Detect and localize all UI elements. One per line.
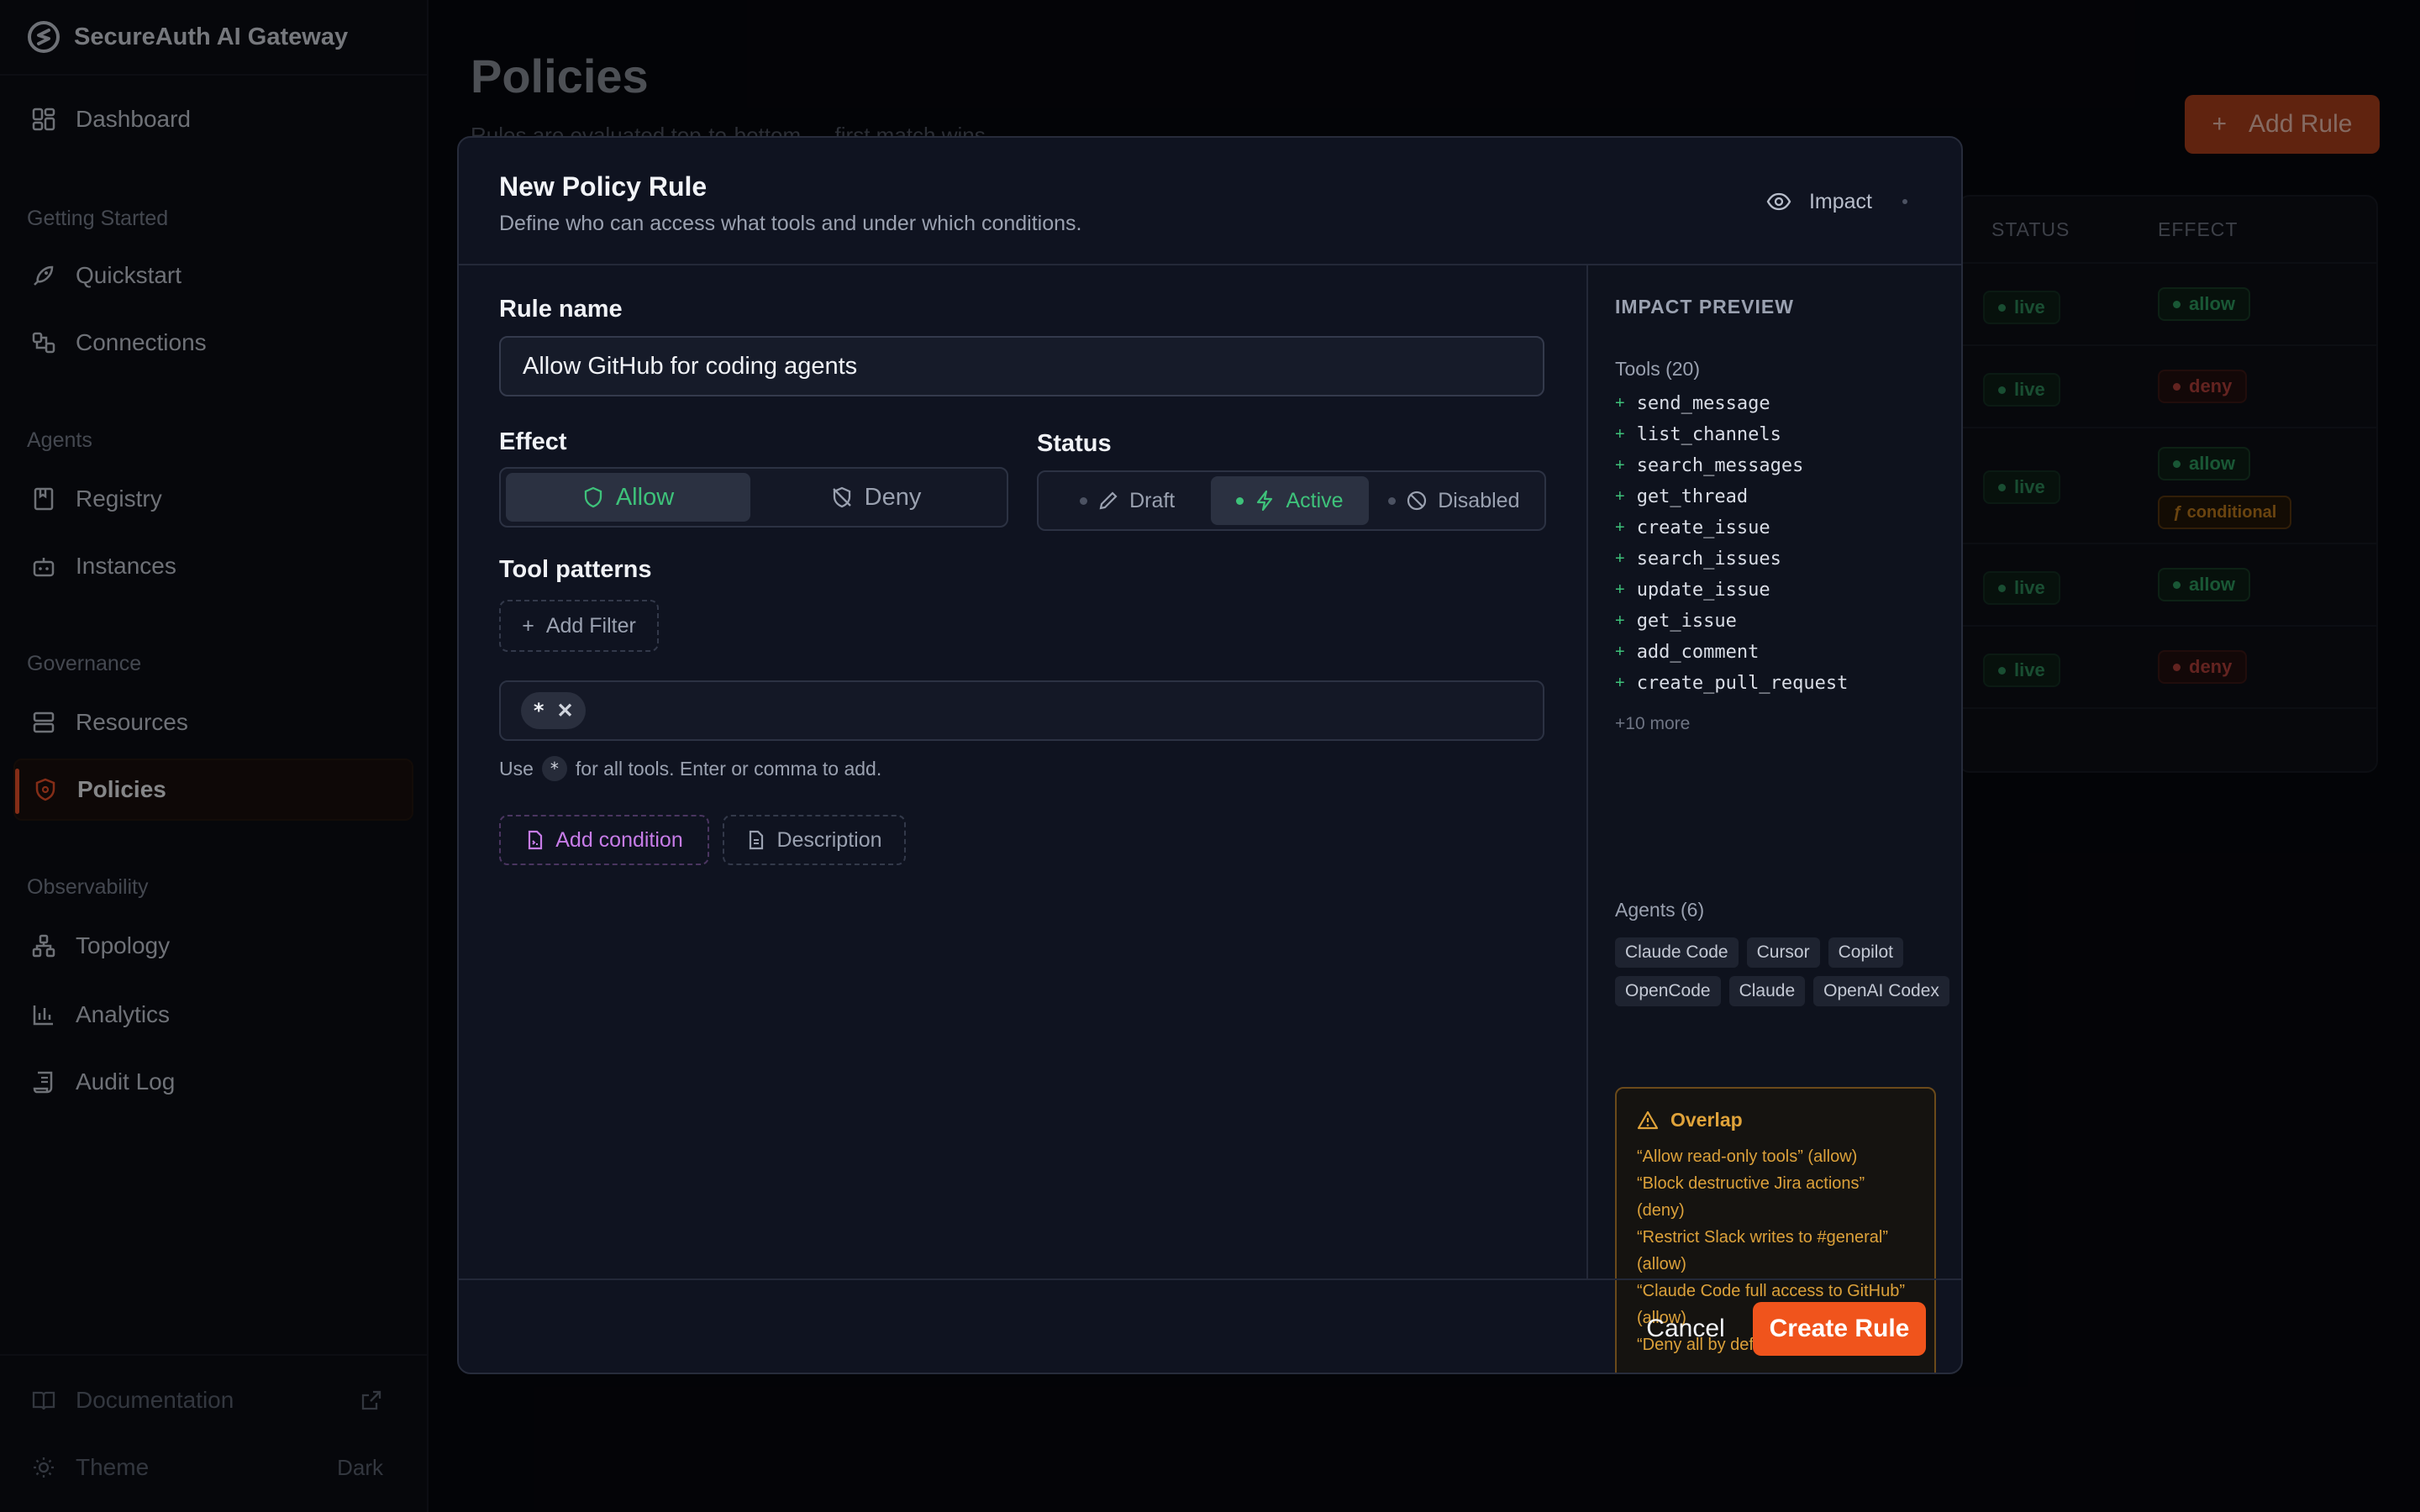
status-label: Status (1037, 430, 1112, 457)
impact-preview-panel: IMPACT PREVIEW Tools (20) + send_message … (1586, 265, 1961, 1373)
overlap-item: “Restrict Slack writes to #general” (all… (1637, 1228, 1888, 1273)
tool-pattern-hint: Use * for all tools. Enter or comma to a… (499, 756, 881, 781)
effect-label: Effect (499, 428, 567, 455)
impact-preview-title: IMPACT PREVIEW (1615, 296, 1794, 318)
zap-icon (1257, 490, 1273, 512)
overlap-title: Overlap (1637, 1109, 1914, 1131)
status-disabled-option[interactable]: Disabled (1369, 476, 1539, 525)
agent-chip: OpenCode (1615, 976, 1721, 1006)
tools-count: Tools (20) (1615, 358, 1700, 380)
shield-off-icon (832, 486, 851, 508)
rule-name-input[interactable]: Allow GitHub for coding agents (499, 336, 1544, 396)
pattern-chip[interactable]: * ✕ (521, 692, 586, 729)
eye-icon (1765, 188, 1792, 215)
list-item: + create_issue (1615, 517, 1770, 538)
agent-chip: Claude (1728, 976, 1806, 1006)
toggle-dot-icon (1902, 199, 1907, 204)
impact-toggle[interactable]: Impact (1765, 188, 1907, 215)
list-item: + search_issues (1615, 549, 1781, 570)
list-item: + get_issue (1615, 611, 1737, 632)
add-condition-button[interactable]: Add condition (499, 815, 709, 865)
add-filter-button[interactable]: + Add Filter (499, 600, 659, 652)
dialog-footer: Cancel Create Rule (459, 1278, 1961, 1373)
impact-toggle-label: Impact (1808, 189, 1872, 213)
agent-chip: Claude Code (1615, 937, 1739, 968)
agent-chip: Copilot (1828, 937, 1903, 968)
effect-allow-option[interactable]: Allow (506, 473, 751, 522)
warning-icon (1637, 1110, 1659, 1129)
dialog-header: New Policy Rule Define who can access wh… (459, 138, 1961, 265)
dialog-description: Define who can access what tools and und… (499, 212, 1082, 235)
tool-patterns-label: Tool patterns (499, 556, 652, 583)
effect-deny-option[interactable]: Deny (750, 473, 1002, 522)
create-rule-button[interactable]: Create Rule (1753, 1302, 1926, 1356)
list-item: + send_message (1615, 393, 1770, 414)
cancel-button[interactable]: Cancel (1639, 1304, 1733, 1354)
ban-icon (1407, 491, 1427, 511)
more-tools-link[interactable]: +10 more (1615, 714, 1690, 734)
list-item: + list_channels (1615, 424, 1781, 445)
overlap-item: “Allow read-only tools” (allow) (1637, 1147, 1858, 1166)
agent-chip: OpenAI Codex (1813, 976, 1949, 1006)
file-text-icon (750, 830, 764, 850)
rule-name-label: Rule name (499, 296, 623, 323)
dialog-form: Rule name Allow GitHub for coding agents… (459, 265, 1586, 1278)
list-item: + search_messages (1615, 455, 1804, 476)
tool-list: + send_message + list_channels + search_mes… (1615, 388, 1848, 699)
status-active-option[interactable]: Active (1211, 476, 1369, 525)
agents-count: Agents (6) (1615, 899, 1705, 921)
status-selector: Draft Active Disabled (1037, 470, 1546, 531)
remove-chip-icon[interactable]: ✕ (556, 699, 573, 723)
description-button[interactable]: Description (723, 815, 906, 865)
pencil-icon (1099, 491, 1118, 510)
shield-icon (584, 486, 602, 508)
dialog-title: New Policy Rule (499, 171, 708, 202)
list-item: + create_pull_request (1615, 673, 1849, 694)
overlap-item: “Block destructive Jira actions” (deny) (1637, 1174, 1865, 1220)
file-code-icon (529, 830, 543, 850)
list-item: + add_comment (1615, 642, 1760, 663)
status-draft-option[interactable]: Draft (1044, 476, 1211, 525)
agent-chip: Cursor (1746, 937, 1820, 968)
wildcard-key: * (541, 756, 567, 781)
plus-icon: + (522, 613, 534, 638)
tool-pattern-input[interactable]: * ✕ (499, 680, 1544, 741)
list-item: + update_issue (1615, 580, 1770, 601)
effect-selector: Allow Deny (499, 467, 1008, 528)
agent-list: Claude Code Cursor Copilot OpenCode Clau… (1615, 937, 1951, 1006)
new-policy-rule-dialog: New Policy Rule Define who can access wh… (457, 136, 1963, 1374)
list-item: + get_thread (1615, 486, 1749, 507)
